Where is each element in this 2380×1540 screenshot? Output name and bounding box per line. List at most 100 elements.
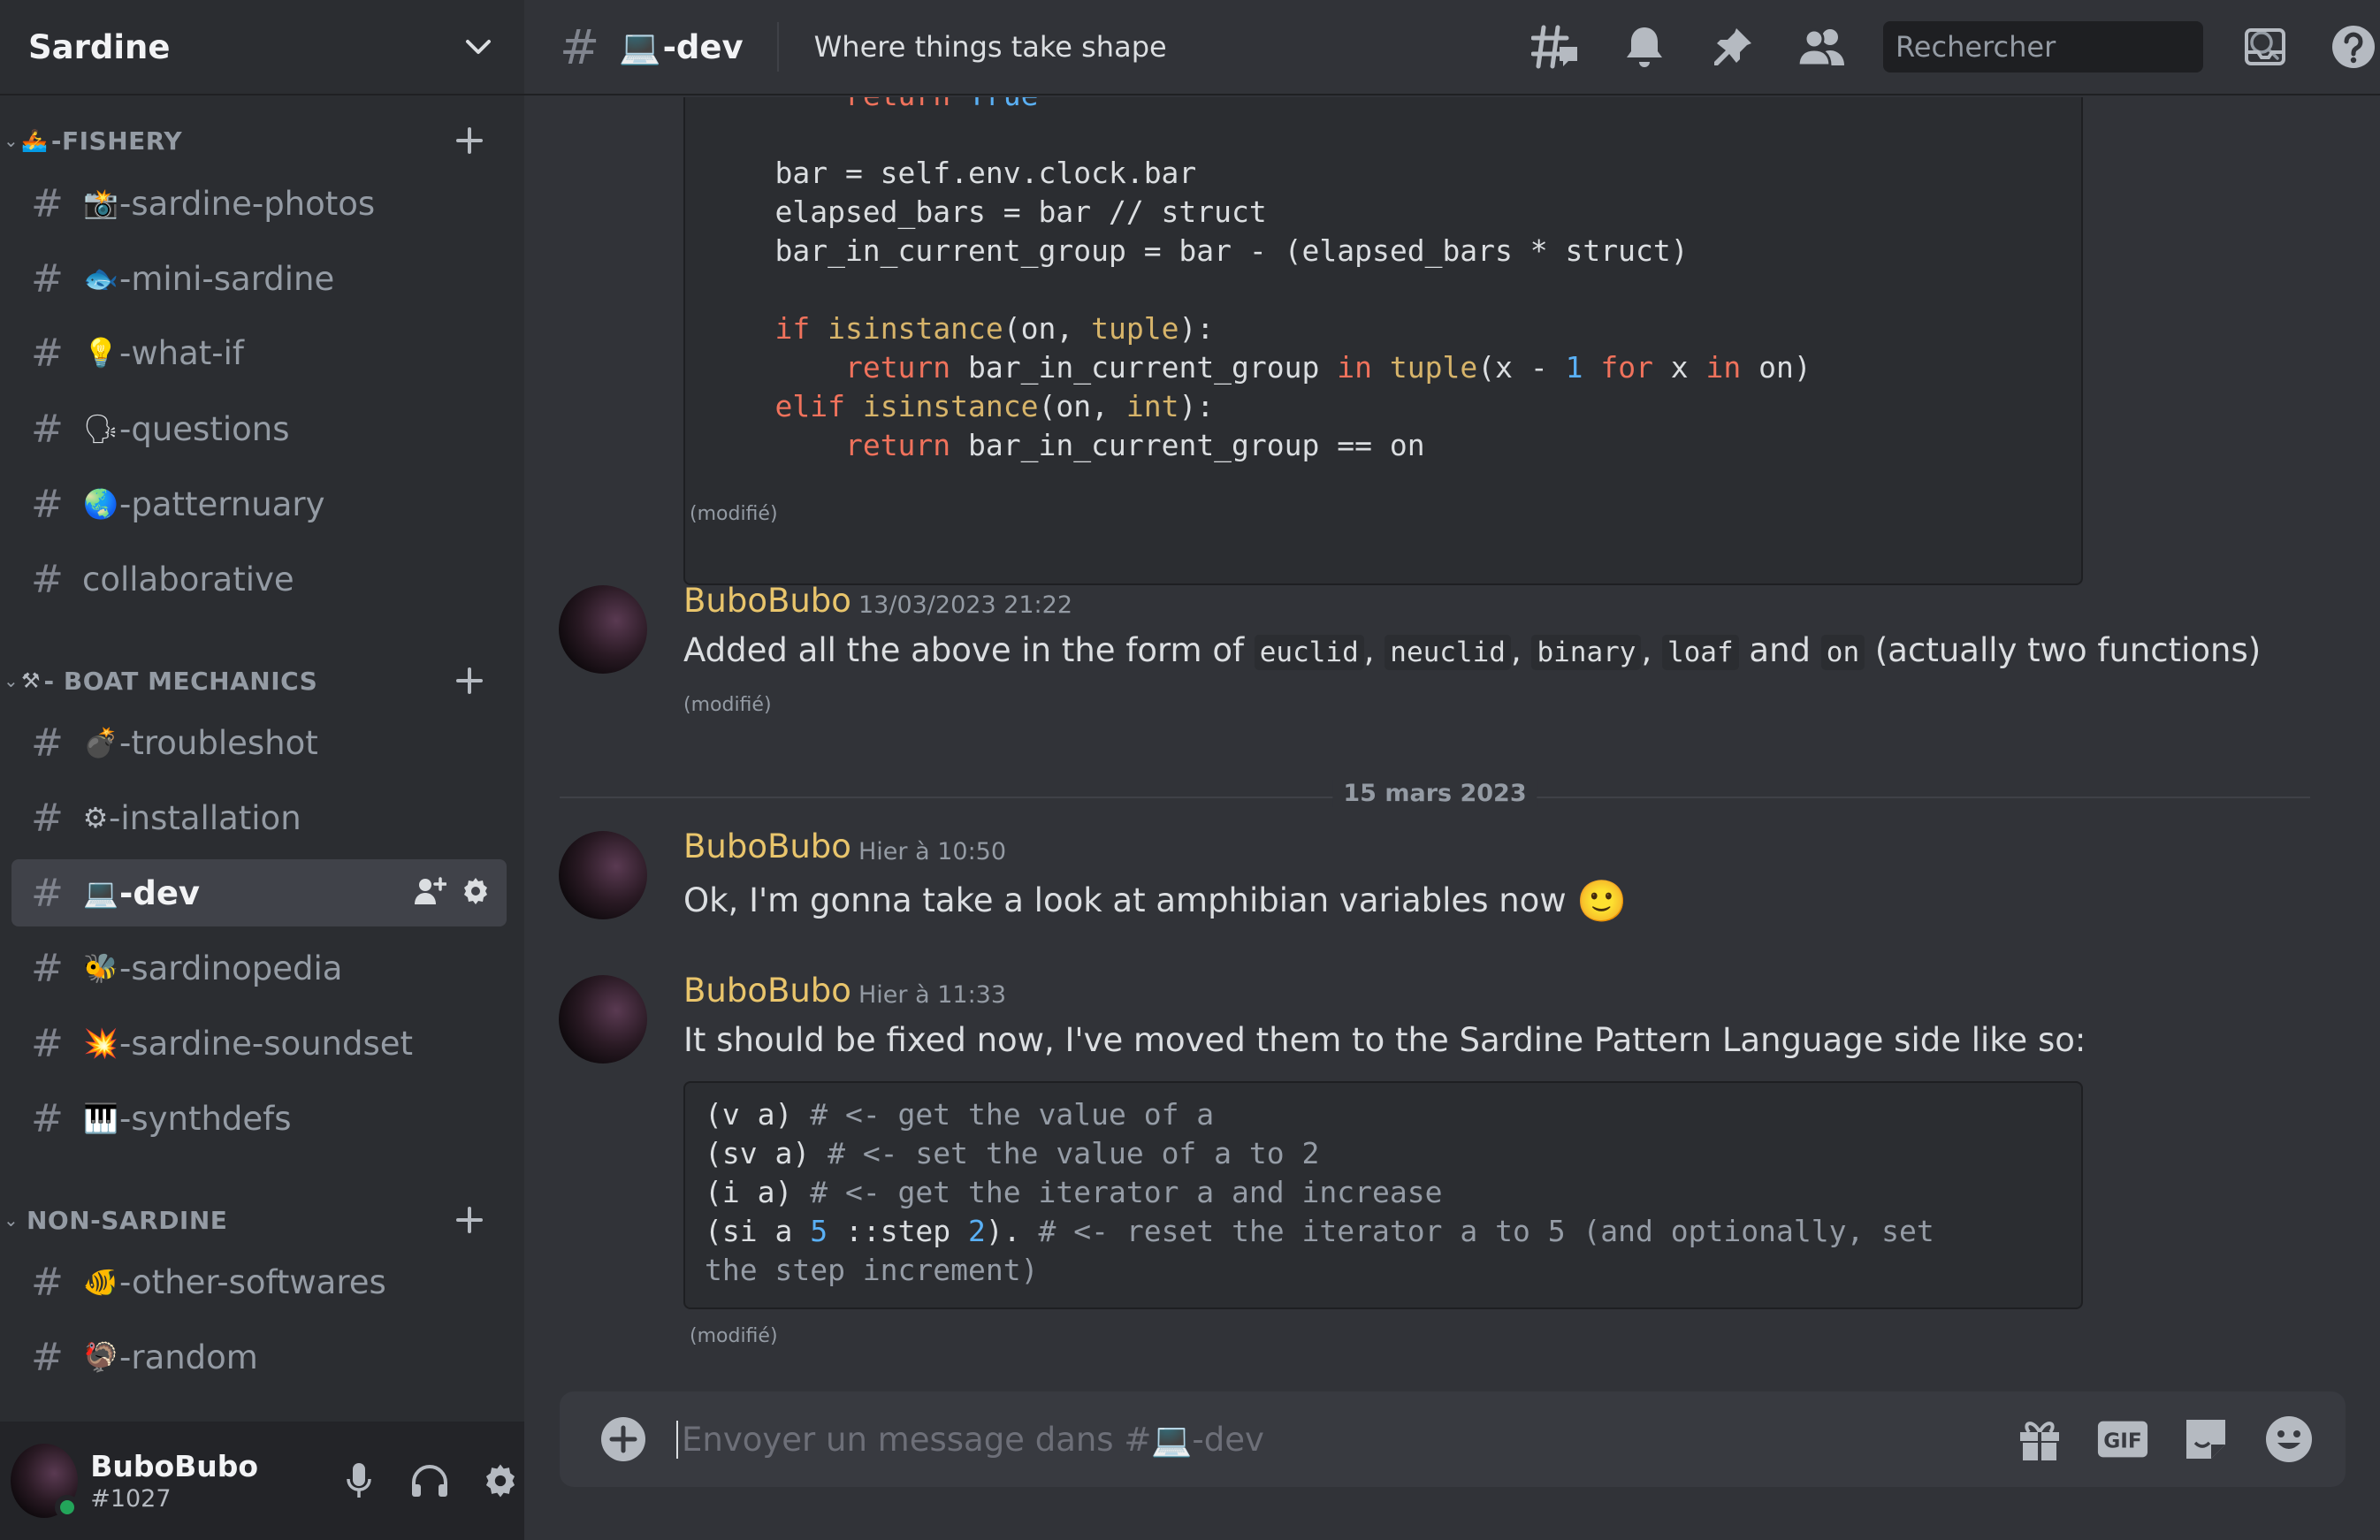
category-non-sardine[interactable]: ⌄ NON-SARDINE: [0, 1193, 524, 1246]
add-channel-icon[interactable]: [450, 121, 489, 160]
channel-label: -questions: [119, 409, 290, 448]
channel-topic[interactable]: Where things take shape: [814, 30, 1529, 64]
inline-code: loaf: [1661, 635, 1739, 670]
category-boat-mechanics[interactable]: ⌄ ⚒ - BOAT MECHANICS: [0, 654, 524, 707]
help-icon[interactable]: [2327, 20, 2380, 73]
hash-icon: #: [560, 19, 600, 75]
channel-emoji: 💥: [83, 1026, 118, 1060]
hash-icon: #: [31, 180, 64, 226]
channel-sardinopedia[interactable]: # 🐝 -sardinopedia: [11, 934, 507, 1002]
channel-patternuary[interactable]: # 🌏 -patternuary: [11, 470, 507, 537]
user-settings-gear-icon[interactable]: [477, 1457, 524, 1505]
sticker-icon[interactable]: [2179, 1413, 2232, 1466]
message-timestamp: Hier à 10:50: [858, 838, 1007, 865]
inbox-icon[interactable]: [2239, 20, 2292, 73]
caret-down-icon: ⌄: [4, 130, 19, 151]
message-timestamp: Hier à 11:33: [858, 981, 1007, 1009]
edited-label: (modifié): [690, 1325, 778, 1347]
channel-label: -sardinopedia: [119, 949, 343, 987]
add-channel-icon[interactable]: [450, 1201, 489, 1239]
channel-troubleshot[interactable]: # 💣 -troubleshot: [11, 709, 507, 776]
avatar[interactable]: [11, 1444, 80, 1520]
headphones-icon[interactable]: [406, 1457, 454, 1505]
channel-emoji: 🐟: [83, 262, 118, 295]
date-label: 15 mars 2023: [1332, 780, 1537, 807]
channel-label: -sardine-photos: [119, 184, 376, 223]
hash-icon: #: [31, 1259, 64, 1305]
user-controls: [335, 1457, 524, 1505]
bell-icon[interactable]: [1618, 20, 1671, 73]
code-line: bar = self.env.clock.bar: [705, 156, 1197, 190]
channel-dev[interactable]: # 💻 -dev: [11, 859, 507, 926]
channel-list: ⌄ 🚣 -FISHERY # 📸 -sardine-photos # 🐟 -mi…: [0, 95, 524, 1422]
channel-emoji: ⚙: [82, 801, 109, 835]
channel-installation[interactable]: # ⚙ -installation: [11, 784, 507, 851]
channel-label: -sardine-soundset: [119, 1024, 414, 1063]
svg-text:GIF: GIF: [2103, 1429, 2142, 1453]
online-status-icon: [55, 1495, 80, 1520]
hash-icon: #: [31, 556, 64, 602]
channel-questions[interactable]: # 🗣 -questions: [11, 395, 507, 462]
message-author[interactable]: BuboBubo: [683, 582, 851, 620]
search-input[interactable]: [1896, 30, 2248, 64]
hash-icon: #: [31, 1334, 64, 1380]
edited-label: (modifié): [683, 694, 772, 716]
smile-emoji: 🙂: [1576, 877, 1628, 925]
add-attachment-icon[interactable]: [599, 1414, 648, 1464]
channel-header: # 💻 -dev Where things take shape: [524, 0, 2380, 95]
channel-sidebar: Sardine ⌄ 🚣 -FISHERY # 📸 -sardine-photos…: [0, 0, 524, 1540]
channel-random[interactable]: # 🦃 -random: [11, 1323, 507, 1391]
hash-icon: #: [31, 720, 64, 766]
channel-what-if[interactable]: # 💡 -what-if: [11, 319, 507, 386]
channel-sardine-photos[interactable]: # 📸 -sardine-photos: [11, 170, 507, 237]
channel-label: -troubleshot: [119, 723, 318, 762]
emoji-picker-icon[interactable]: [2262, 1413, 2315, 1466]
channel-synthdefs[interactable]: # 🎹 -synthdefs: [11, 1085, 507, 1152]
message-list: return True bar = self.env.clock.bar ela…: [524, 97, 2380, 1390]
inline-code: neuclid: [1385, 635, 1511, 670]
code-block: return True bar = self.env.clock.bar ela…: [683, 97, 2083, 585]
code-line: (v a) # <- get the value of a: [705, 1097, 1215, 1132]
threads-icon[interactable]: [1529, 20, 1583, 73]
category-fishery[interactable]: ⌄ 🚣 -FISHERY: [0, 114, 524, 167]
channel-other-softwares[interactable]: # 🐠 -other-softwares: [11, 1248, 507, 1315]
pin-icon[interactable]: [1706, 20, 1759, 73]
caret-down-icon: ⌄: [4, 1209, 19, 1231]
message-text-part: ,: [1510, 631, 1532, 669]
user-names[interactable]: BuboBubo #1027: [90, 1449, 291, 1513]
channel-label: -other-softwares: [119, 1262, 386, 1301]
user-panel: BuboBubo #1027: [0, 1422, 524, 1540]
avatar[interactable]: [559, 831, 647, 919]
server-header[interactable]: Sardine: [0, 0, 524, 95]
microphone-icon[interactable]: [335, 1457, 383, 1505]
channel-mini-sardine[interactable]: # 🐟 -mini-sardine: [11, 245, 507, 312]
avatar[interactable]: [559, 585, 647, 674]
channel-sardine-soundset[interactable]: # 💥 -sardine-soundset: [11, 1010, 507, 1077]
gif-icon[interactable]: GIF: [2096, 1413, 2149, 1466]
channel-label: -mini-sardine: [119, 259, 335, 298]
message-input[interactable]: [676, 1420, 2013, 1459]
hash-icon: #: [31, 330, 64, 376]
message-author[interactable]: BuboBubo: [683, 827, 851, 865]
date-divider: 15 mars 2023: [560, 780, 2310, 815]
member-list-icon[interactable]: [1795, 20, 1848, 73]
channel-label: collaborative: [82, 560, 294, 598]
channel-label: -patternuary: [119, 484, 325, 523]
caret-down-icon: ⌄: [4, 670, 19, 691]
message-author[interactable]: BuboBubo: [683, 972, 851, 1010]
code-line: if isinstance(on, tuple):: [774, 311, 1215, 346]
gear-icon[interactable]: [461, 876, 491, 910]
gift-icon[interactable]: [2013, 1413, 2066, 1466]
channel-collaborative[interactable]: # collaborative: [11, 545, 507, 613]
code-block: (v a) # <- get the value of a (sv a) # <…: [683, 1081, 2083, 1309]
add-channel-icon[interactable]: [450, 661, 489, 700]
avatar[interactable]: [559, 975, 647, 1064]
message-text-part: Added all the above in the form of: [683, 631, 1255, 669]
hash-icon: #: [31, 406, 64, 452]
channel-label: -random: [119, 1338, 258, 1376]
channel-emoji: 🦃: [83, 1340, 118, 1374]
search-box[interactable]: [1883, 21, 2279, 72]
chevron-down-icon[interactable]: [461, 29, 496, 65]
invite-icon[interactable]: [413, 876, 447, 910]
